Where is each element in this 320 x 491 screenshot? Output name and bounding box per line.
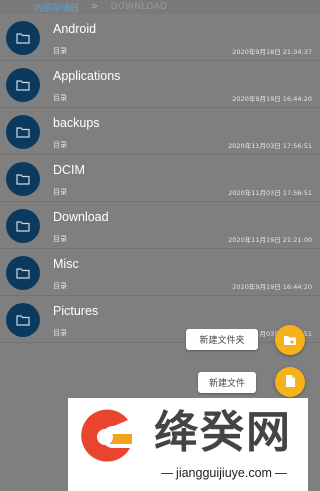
- file-type: 目录: [53, 141, 67, 149]
- list-item[interactable]: Applications 目录 2020年9月19日 16:44:20: [0, 61, 320, 108]
- file-type: 目录: [53, 94, 67, 102]
- new-folder-icon: [283, 331, 297, 350]
- file-name: Pictures: [53, 304, 99, 318]
- file-name: Download: [53, 210, 109, 224]
- breadcrumb-separator: >: [91, 2, 99, 12]
- new-file-button[interactable]: [275, 367, 305, 397]
- watermark-url: jiangguijiuye.com: [144, 466, 304, 480]
- file-list: Android 目录 2020年9月18日 21:34:37 Applicati…: [0, 14, 320, 343]
- folder-icon: [6, 162, 40, 196]
- file-date: 2020年11月03日 17:56:51: [228, 189, 312, 197]
- breadcrumb-root[interactable]: 内部存储器: [34, 1, 79, 14]
- folder-icon: [6, 115, 40, 149]
- file-name: Applications: [53, 69, 121, 83]
- file-type: 目录: [53, 188, 67, 196]
- list-item[interactable]: Download 目录 2020年11月19日 21:21:00: [0, 202, 320, 249]
- watermark-url-text: jiangguijiuye.com: [176, 466, 272, 480]
- file-date: 2020年9月19日 16:44:20: [232, 95, 312, 103]
- file-date: 2020年11月03日 17:56:51: [228, 142, 312, 150]
- file-type: 目录: [53, 329, 67, 337]
- file-name: backups: [53, 116, 100, 130]
- file-name: Misc: [53, 257, 79, 271]
- new-file-label[interactable]: 新建文件: [198, 372, 256, 393]
- new-file-icon: [285, 373, 296, 392]
- folder-icon: [6, 21, 40, 55]
- watermark-title: 绛癸网: [154, 407, 292, 458]
- new-folder-label[interactable]: 新建文件夹: [186, 329, 258, 350]
- file-name: DCIM: [53, 163, 85, 177]
- divider: [161, 472, 174, 474]
- new-folder-button[interactable]: [275, 325, 305, 355]
- folder-icon: [6, 256, 40, 290]
- list-item[interactable]: Android 目录 2020年9月18日 21:34:37: [0, 14, 320, 61]
- file-name: Android: [53, 22, 97, 36]
- breadcrumb-current: DOWNLOAD: [110, 2, 168, 12]
- folder-icon: [6, 68, 40, 102]
- list-item[interactable]: Misc 目录 2020年9月19日 16:44:20: [0, 249, 320, 296]
- folder-icon: [6, 303, 40, 337]
- divider: [274, 472, 287, 474]
- file-date: 2020年9月19日 16:44:20: [232, 283, 312, 291]
- list-item[interactable]: backups 目录 2020年11月03日 17:56:51: [0, 108, 320, 155]
- file-type: 目录: [53, 282, 67, 290]
- file-type: 目录: [53, 47, 67, 55]
- folder-icon: [6, 209, 40, 243]
- file-type: 目录: [53, 235, 67, 243]
- watermark: 绛癸网 jiangguijiuye.com: [68, 398, 308, 491]
- file-date: 2020年11月19日 21:21:00: [228, 236, 312, 244]
- brand-logo: [81, 409, 132, 462]
- list-item[interactable]: Pictures 目录 2020年11月03日 17:56:51: [0, 296, 320, 343]
- list-item[interactable]: DCIM 目录 2020年11月03日 17:56:51: [0, 155, 320, 202]
- file-date: 2020年9月18日 21:34:37: [232, 48, 312, 56]
- breadcrumb: 内部存储器 > DOWNLOAD: [0, 0, 320, 14]
